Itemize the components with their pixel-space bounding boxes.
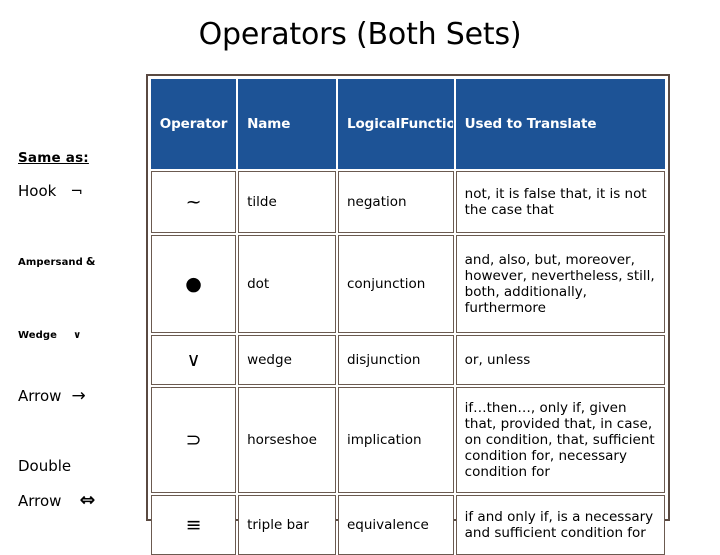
annotation-ampersand: Ampersand &	[18, 255, 96, 268]
cell-operator-symbol: ∨	[151, 335, 237, 385]
cell-operator-name: tilde	[238, 171, 336, 233]
column-header-logical-function: LogicalFunction	[337, 79, 454, 169]
annotation-double-arrow-line1: Double	[18, 457, 71, 475]
cell-operator-symbol: ≡	[151, 495, 237, 555]
double-arrow-symbol-icon: ⇔	[79, 489, 96, 511]
table-row: ⊃ horseshoe implication if…then…, only i…	[151, 387, 665, 493]
cell-operator-name: dot	[238, 235, 336, 333]
annotation-hook: Hook ¬	[18, 182, 83, 200]
arrow-symbol-icon: →	[71, 386, 86, 406]
table-row: ● dot conjunction and, also, but, moreov…	[151, 235, 665, 333]
annotation-double-arrow-line2: Arrow ⇔	[18, 489, 95, 511]
annotation-wedge: Wedge ∨	[18, 330, 81, 341]
cell-logical-function: conjunction	[337, 235, 454, 333]
cell-operator-name: horseshoe	[238, 387, 336, 493]
cell-used-to-translate: not, it is false that, it is not the cas…	[455, 171, 665, 233]
hook-symbol-icon: ¬	[70, 182, 83, 200]
annotation-heading: Same as:	[18, 150, 89, 166]
table-row: ∨ wedge disjunction or, unless	[151, 335, 665, 385]
cell-used-to-translate: or, unless	[455, 335, 665, 385]
column-header-name: Name	[238, 79, 336, 169]
ampersand-symbol-icon: &	[85, 255, 96, 268]
cell-used-to-translate: if and only if, is a necessary and suffi…	[455, 495, 665, 555]
wedge-symbol-icon: ∨	[73, 330, 82, 341]
column-header-operator: Operator	[151, 79, 237, 169]
cell-logical-function: disjunction	[337, 335, 454, 385]
cell-logical-function: equivalence	[337, 495, 454, 555]
annotation-hook-label: Hook	[18, 182, 57, 200]
annotation-column: Same as: Hook ¬ Ampersand & Wedge ∨ Arrow → …	[0, 0, 146, 540]
cell-logical-function: negation	[337, 171, 454, 233]
cell-operator-name: wedge	[238, 335, 336, 385]
cell-operator-symbol: ⊃	[151, 387, 237, 493]
table-row: ~ tilde negation not, it is false that, …	[151, 171, 665, 233]
column-header-used-to-translate: Used to Translate	[455, 79, 665, 169]
cell-used-to-translate: if…then…, only if, given that, provided …	[455, 387, 665, 493]
cell-operator-name: triple bar	[238, 495, 336, 555]
annotation-double-arrow-label-1: Double	[18, 457, 72, 475]
annotation-ampersand-label: Ampersand	[18, 257, 83, 268]
annotation-arrow-label: Arrow	[18, 387, 62, 405]
annotation-arrow: Arrow →	[18, 386, 86, 406]
annotation-double-arrow-label-2: Arrow	[18, 492, 62, 510]
column-header-logical-function-l1: Logical	[346, 115, 401, 132]
table-header-row: Operator Name LogicalFunction Used to Tr…	[151, 79, 665, 169]
cell-operator-symbol: ●	[151, 235, 237, 333]
operators-table: Operator Name LogicalFunction Used to Tr…	[146, 74, 670, 555]
annotation-wedge-label: Wedge	[18, 330, 58, 341]
table-row: ≡ triple bar equivalence if and only if,…	[151, 495, 665, 555]
cell-used-to-translate: and, also, but, moreover, however, never…	[455, 235, 665, 333]
cell-operator-symbol: ~	[151, 171, 237, 233]
column-header-logical-function-l2: Function	[400, 115, 452, 132]
cell-logical-function: implication	[337, 387, 454, 493]
